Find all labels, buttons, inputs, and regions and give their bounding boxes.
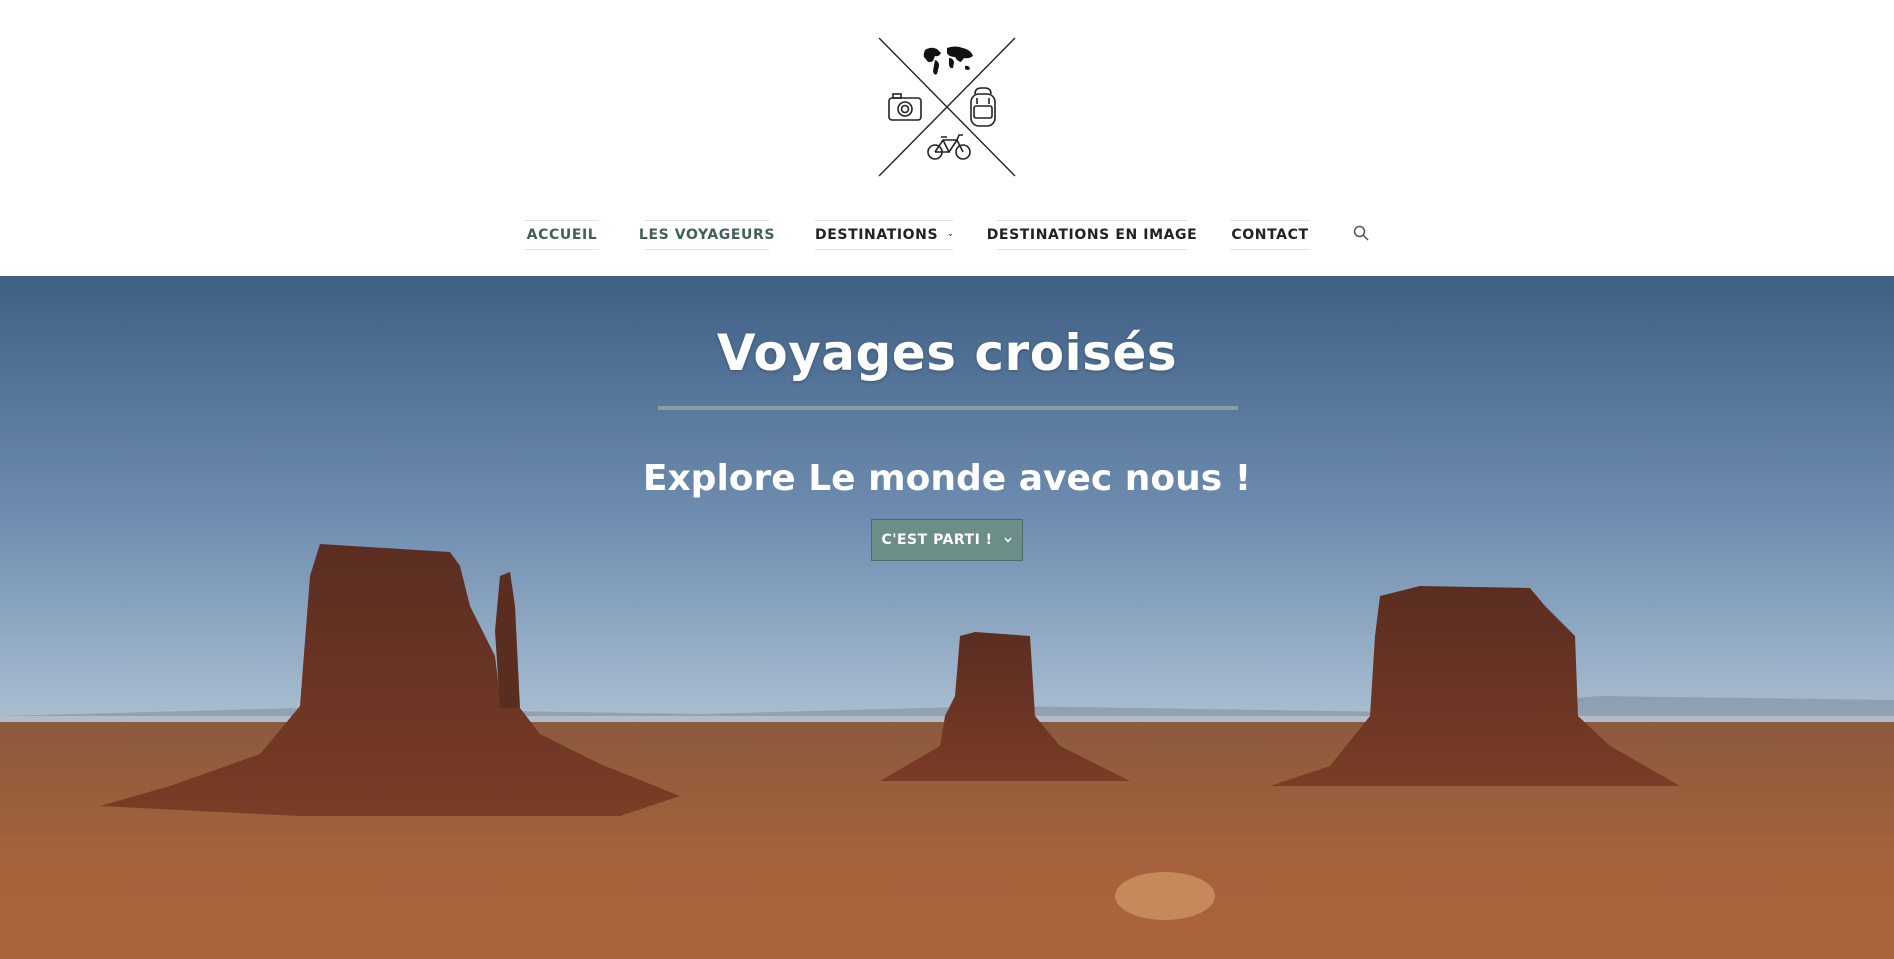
world-map-icon (923, 46, 973, 75)
backpack-icon (970, 87, 996, 127)
logo-graphic (878, 37, 1016, 177)
nav-item-label: CONTACT (1231, 227, 1309, 243)
site-logo[interactable] (877, 36, 1017, 178)
cta-button[interactable]: C'EST PARTI ! (871, 519, 1023, 561)
site-header: ACCUEIL LES VOYAGEURS DESTINATIONS DESTI… (0, 0, 1894, 276)
nav-item-contact[interactable]: CONTACT (1230, 220, 1310, 250)
search-icon[interactable] (1352, 224, 1370, 242)
main-nav: ACCUEIL LES VOYAGEURS DESTINATIONS DESTI… (0, 220, 1894, 250)
bicycle-icon (927, 134, 971, 160)
nav-item-label: DESTINATIONS (815, 227, 939, 243)
nav-item-label: ACCUEIL (526, 227, 598, 243)
chevron-down-icon (948, 233, 953, 237)
hero-banner: Voyages croisés Explore Le monde avec no… (0, 276, 1894, 959)
hero-divider (658, 406, 1238, 410)
camera-icon (888, 93, 922, 121)
nav-item-les-voyageurs[interactable]: LES VOYAGEURS (639, 220, 774, 250)
nav-item-destinations[interactable]: DESTINATIONS (815, 220, 953, 250)
nav-item-label: LES VOYAGEURS (638, 227, 776, 243)
nav-item-destinations-en-image[interactable]: DESTINATIONS EN IMAGE (987, 220, 1197, 250)
chevron-down-icon (1003, 537, 1012, 543)
nav-item-label: DESTINATIONS EN IMAGE (986, 227, 1198, 243)
nav-item-accueil[interactable]: ACCUEIL (525, 220, 599, 250)
hero-title: Voyages croisés (716, 324, 1178, 382)
hero-subtitle: Explore Le monde avec nous ! (642, 458, 1252, 499)
cta-label: C'EST PARTI ! (881, 532, 993, 548)
